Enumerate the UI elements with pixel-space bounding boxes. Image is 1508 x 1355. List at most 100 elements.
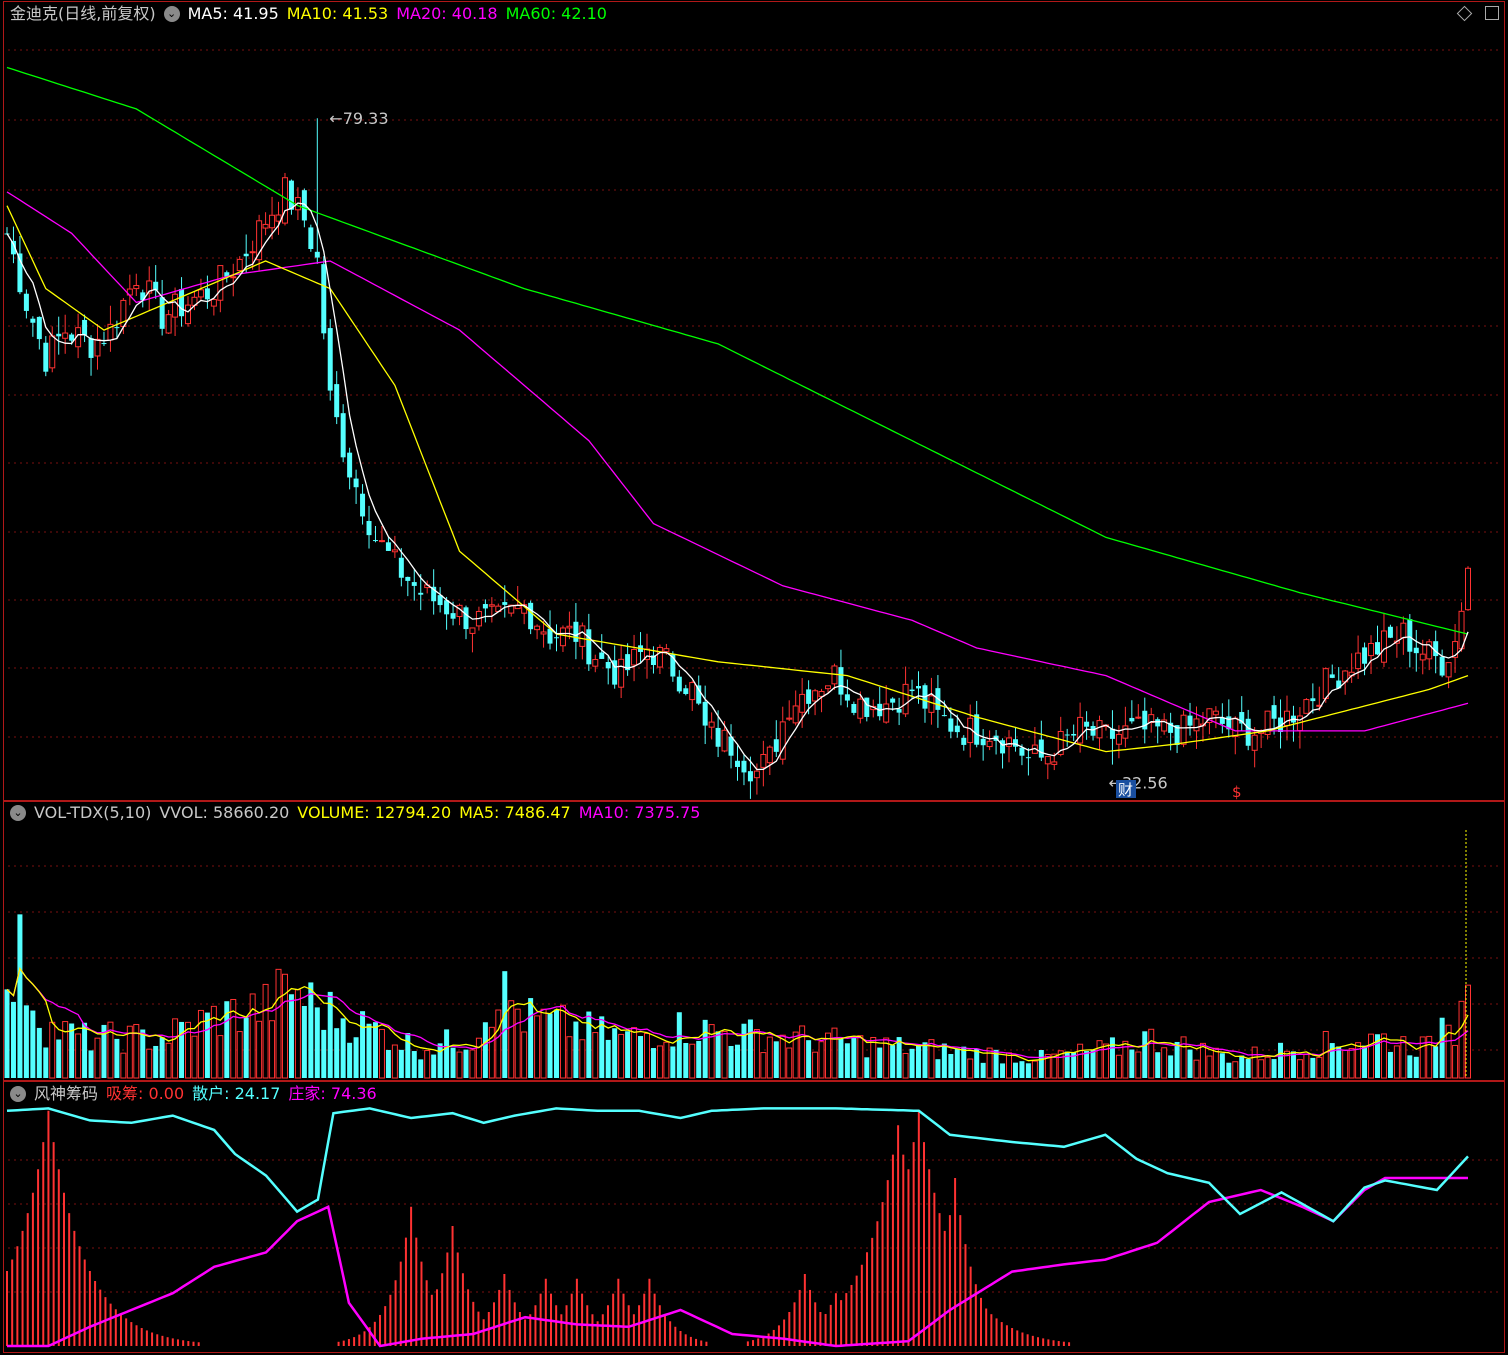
volume-bar [721, 1030, 728, 1079]
candle-body [49, 335, 56, 369]
volume-bar [553, 1009, 559, 1078]
candle-body [741, 760, 747, 773]
volume-bar [1187, 1049, 1193, 1078]
candle [625, 643, 631, 676]
main-settings-icon[interactable]: ⌄ [163, 6, 180, 22]
candle [553, 624, 559, 652]
candle-body [444, 600, 450, 615]
candle [17, 236, 23, 295]
candle-body [353, 478, 359, 488]
candle-body [482, 604, 488, 609]
volume-bar [1199, 1042, 1206, 1079]
volume-bar [1174, 1041, 1180, 1078]
volume-bar [760, 1052, 767, 1079]
volume-bar [547, 1013, 553, 1078]
candle [1239, 696, 1245, 731]
volume-bar [62, 1021, 69, 1079]
candle-body [243, 253, 249, 257]
volume-bar [812, 1051, 819, 1079]
volume-bar [385, 1049, 391, 1078]
candle-body [941, 715, 947, 717]
candle-body [663, 648, 670, 653]
indicator-settings-icon[interactable]: ⌄ [10, 1086, 26, 1102]
volume-bar [482, 1022, 488, 1078]
candle [967, 704, 974, 758]
candle-body [281, 177, 288, 224]
candle [559, 625, 566, 653]
candle-body [62, 332, 69, 339]
volume-bar [249, 993, 256, 1079]
candle [165, 309, 172, 334]
volume-settings-icon[interactable]: ⌄ [10, 805, 26, 821]
candle [521, 600, 528, 625]
candle [1336, 667, 1342, 689]
ma20-label: MA20: 40.18 [396, 4, 498, 23]
volume-bar [1025, 1063, 1031, 1078]
candle-body [766, 746, 773, 764]
candle-body [696, 685, 702, 704]
volume-bar [625, 1031, 631, 1078]
candle-body [573, 621, 579, 642]
candle [275, 201, 282, 235]
candle [792, 690, 799, 726]
candle [1426, 638, 1433, 671]
volume-bar [1433, 1046, 1439, 1078]
candle-body [1374, 642, 1380, 655]
candle [902, 666, 909, 718]
candle [431, 569, 437, 615]
candle-body [1433, 641, 1439, 657]
candle-body [1212, 710, 1219, 716]
candle [133, 273, 140, 297]
candle-body [340, 413, 346, 458]
candle-body [1362, 647, 1368, 664]
candle-body [683, 688, 689, 694]
candle-body [753, 770, 760, 779]
zhuangjia-line [7, 1176, 1468, 1348]
candle [1006, 730, 1013, 763]
volume-bar [36, 1027, 42, 1078]
maximize-icon[interactable] [1485, 6, 1499, 20]
candle-body [1445, 662, 1452, 678]
candle [43, 336, 49, 377]
candle-body [1271, 705, 1277, 719]
volume-bar [766, 1036, 773, 1079]
volume-bar [1458, 1000, 1465, 1079]
candle [308, 224, 314, 252]
volume-bar [431, 1054, 437, 1078]
candle [676, 670, 682, 694]
volume-bar [1161, 1047, 1168, 1079]
volume-bar [786, 1047, 793, 1079]
candle [1283, 695, 1290, 741]
candle [1380, 612, 1387, 667]
volume-bar [735, 1044, 740, 1078]
candle-body [179, 289, 185, 317]
volume-bar [1336, 1046, 1342, 1078]
volume-bar [1109, 1037, 1115, 1078]
volume-bar [974, 1048, 980, 1078]
candle [353, 469, 359, 504]
candle-body [1122, 725, 1129, 739]
candle-body [405, 576, 411, 581]
candle-body [961, 737, 967, 745]
volume-bar [579, 1039, 586, 1079]
volume-bar [864, 1057, 870, 1078]
volume-bar [663, 1041, 670, 1079]
candle-body [702, 701, 708, 726]
volume-bar [1322, 1030, 1329, 1079]
candle-body [902, 683, 909, 715]
candle-body [172, 293, 179, 318]
volume-bar [1232, 1061, 1239, 1079]
candle [534, 624, 541, 640]
candle [760, 740, 767, 787]
volume-bar [450, 1047, 456, 1078]
candle [1071, 724, 1077, 741]
candle-body [1310, 698, 1316, 702]
candle [391, 535, 398, 558]
volume-bar [1206, 1055, 1213, 1079]
candle [786, 700, 793, 722]
volume-bar [528, 998, 534, 1078]
candle-body [398, 557, 404, 578]
volume-bar [294, 989, 301, 1079]
volume-bar [559, 1004, 566, 1079]
ma60-line [6, 66, 1469, 635]
